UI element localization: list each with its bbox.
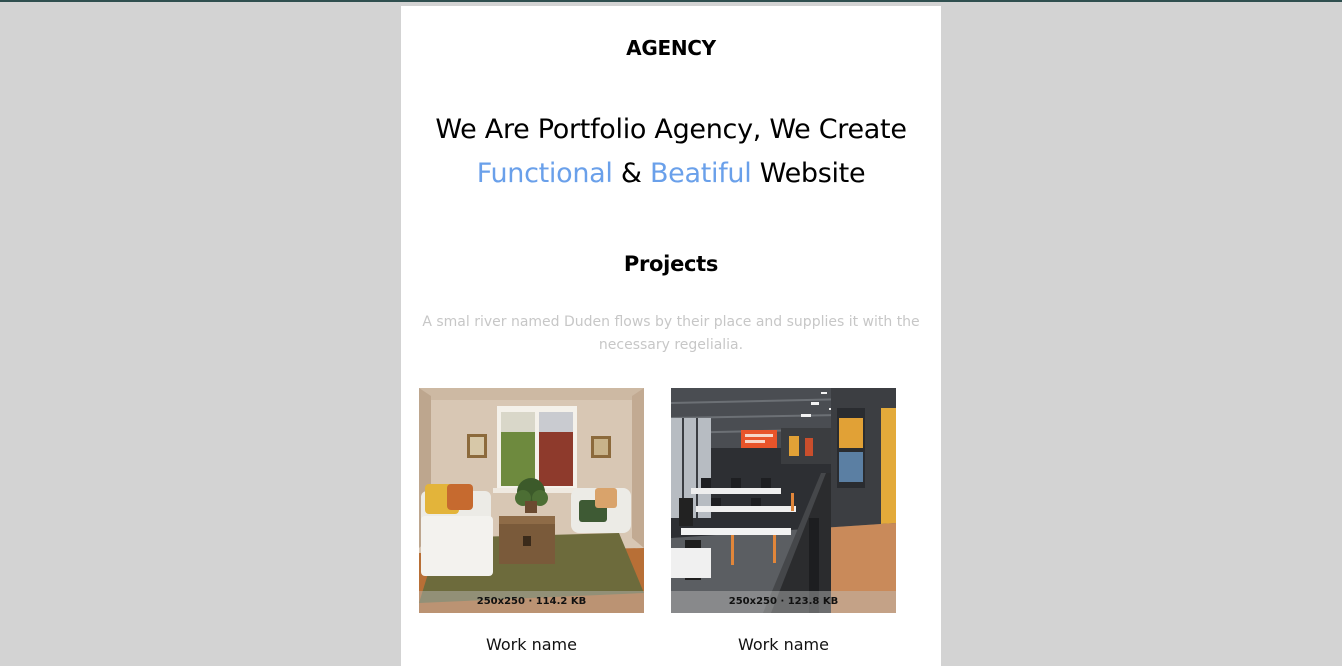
hero-line-1: We Are Portfolio Agency, We Create (435, 114, 907, 145)
work-name-label[interactable]: Work name (671, 635, 896, 654)
project-card: 250x250 · 114.2 KB Work name (419, 388, 644, 654)
living-room-photo (419, 388, 644, 613)
projects-title: Projects (623, 252, 719, 276)
work-name-label[interactable]: Work name (419, 635, 644, 654)
email-card: AGENCY We Are Portfolio Agency, We Creat… (401, 6, 941, 666)
project-image-link[interactable]: 250x250 · 114.2 KB (419, 388, 644, 613)
project-image-link[interactable]: 250x250 · 123.8 KB (671, 388, 896, 613)
project-card: 250x250 · 123.8 KB Work name (671, 388, 896, 654)
hero-word-website: Website (759, 158, 866, 189)
top-border (0, 0, 1342, 2)
hero-ampersand: & (620, 158, 642, 189)
office-interior-photo (671, 388, 896, 613)
image-size-caption: 250x250 · 114.2 KB (419, 591, 644, 613)
hero-line-2: Functional & Beatiful Website (421, 152, 921, 196)
brand-logo[interactable]: AGENCY (401, 36, 941, 60)
projects-description: A smal river named Duden flows by their … (422, 314, 920, 353)
image-size-caption: 250x250 · 123.8 KB (671, 591, 896, 613)
hero-word-functional: Functional (476, 158, 613, 189)
hero-heading: We Are Portfolio Agency, We Create Funct… (421, 108, 921, 196)
hero-word-beautiful: Beatiful (649, 158, 752, 189)
